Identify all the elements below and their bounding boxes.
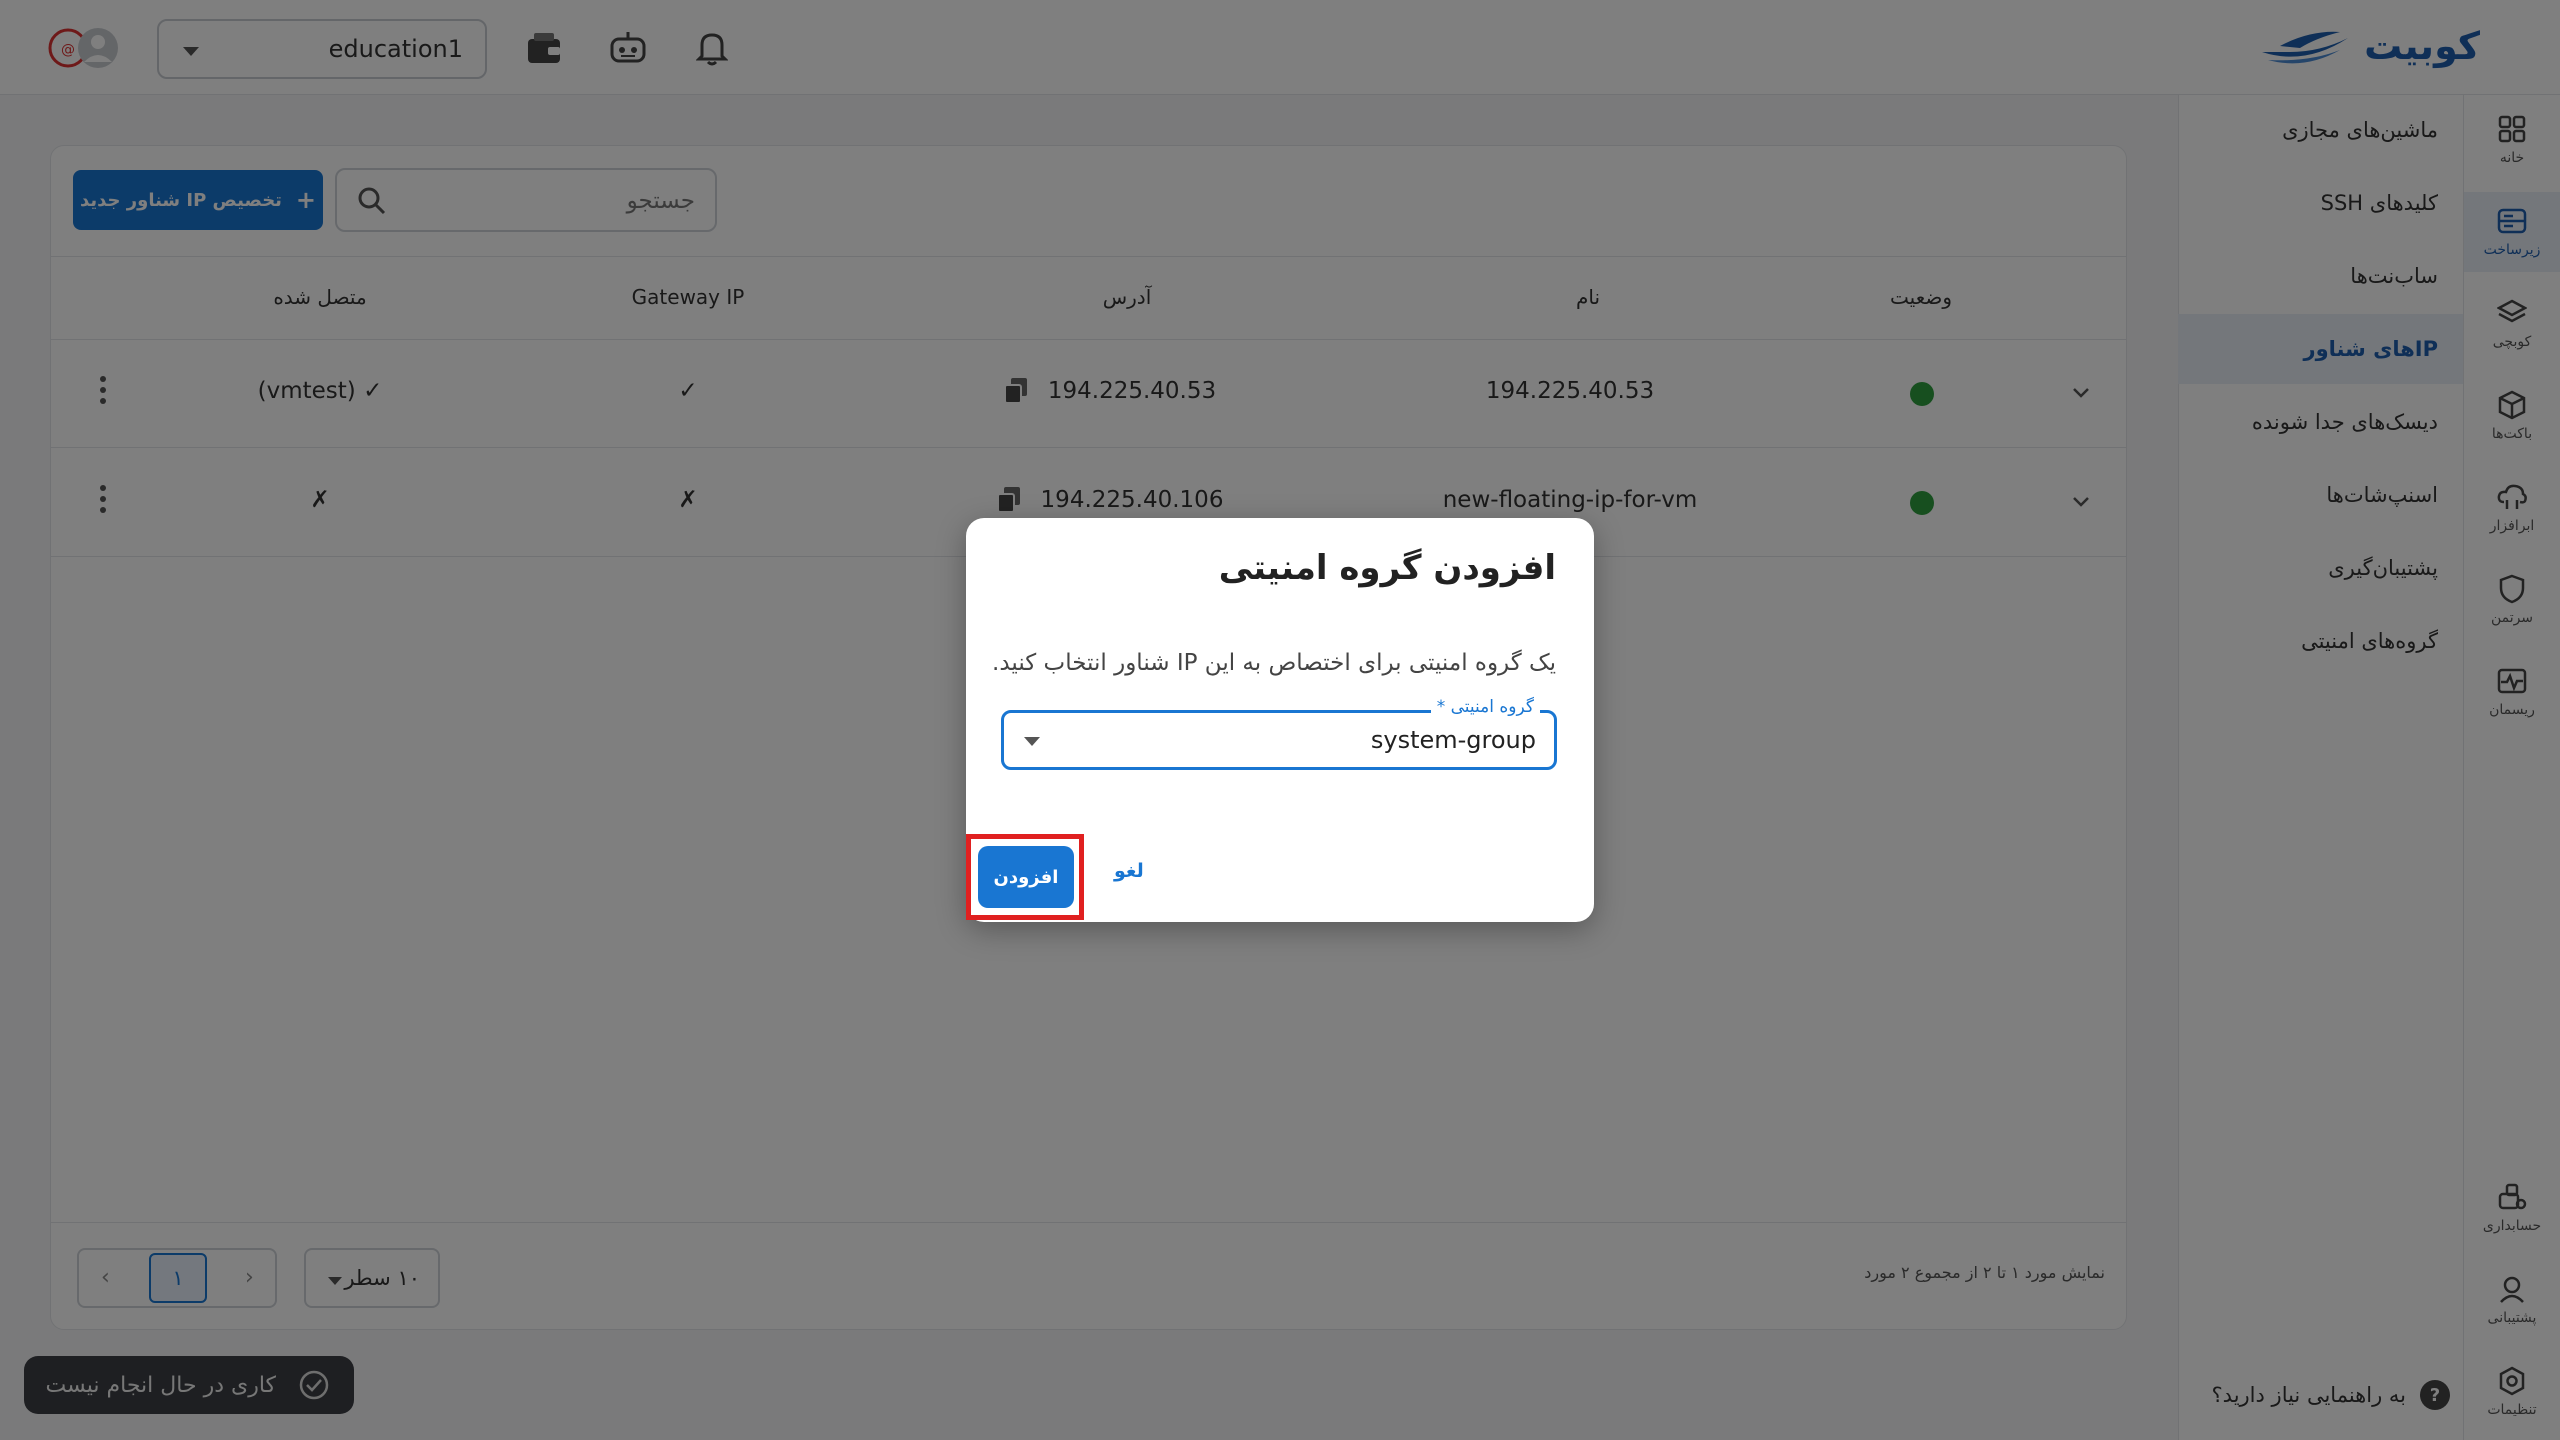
security-group-value: system-group <box>1370 726 1536 754</box>
security-group-select[interactable]: گروه امنیتی * system-group <box>1001 697 1557 770</box>
add-security-group-dialog: افزودن گروه امنیتی یک گروه امنیتی برای ا… <box>966 518 1594 922</box>
add-button[interactable]: افزودن <box>978 846 1074 908</box>
dialog-description: یک گروه امنیتی برای اختصاص به این IP شنا… <box>992 650 1556 676</box>
chevron-down-icon <box>1024 737 1040 746</box>
dialog-title: افزودن گروه امنیتی <box>1218 548 1556 588</box>
cancel-button[interactable]: لغو <box>1114 860 1144 882</box>
field-label: گروه امنیتی * <box>1430 697 1540 717</box>
